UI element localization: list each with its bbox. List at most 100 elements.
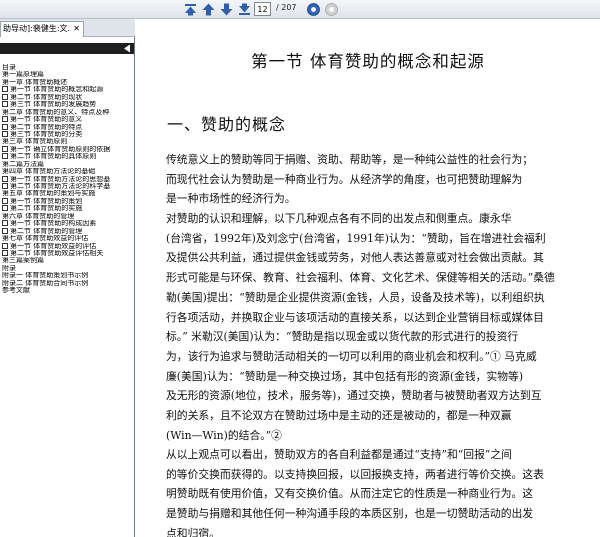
text-line: (Win—Win)的结合。”② <box>166 428 282 442</box>
outline-item[interactable]: 第一节 体育赞助的策划 <box>2 197 134 205</box>
outline-item-label: 第二节 体育赞助效益评估相关 <box>10 249 104 257</box>
outline-item[interactable]: 参考文献 <box>2 287 134 294</box>
outline-item[interactable]: 第二节 体育赞助的管理 <box>2 227 134 235</box>
outline-item-label: 第二节 体育赞助的管理 <box>10 227 83 235</box>
outline-item-label: 第一节 体育赞助的策划 <box>10 197 83 205</box>
outline-item-label: 第二节 体育赞助方法论的科学基 <box>10 183 111 190</box>
outline-item-label: 第三篇案例篇 <box>2 257 44 265</box>
page-checkbox-icon <box>2 197 8 204</box>
outline-item[interactable]: 第二节 体育赞助方法论的科学基 <box>2 183 134 190</box>
outline-item-label: 第一章 体育赞助概述 <box>2 78 68 86</box>
outline-item[interactable]: 第一节 体育赞助的构成因素 <box>2 220 134 227</box>
outline-item[interactable]: 第三节 体育赞助的分类 <box>2 130 134 138</box>
outline-item[interactable]: 第二章 体育赞助的意义、特点及种 <box>2 109 134 116</box>
first-page-button[interactable] <box>183 2 198 17</box>
page-checkbox-icon <box>2 93 8 100</box>
page-checkbox-icon <box>2 227 8 234</box>
outline-item-label: 附录二 体育赞助合同书示例 <box>2 279 89 287</box>
text-line: 行各项活动，并换取企业与该项活动的直接关系，以达到企业营销目标或媒体目 <box>166 310 544 324</box>
outline-item[interactable]: 第一节 体育赞助方法论的思想基 <box>2 175 134 183</box>
next-page-button[interactable] <box>219 2 234 17</box>
outline-item[interactable]: 第二节 体育赞助效益评估相关 <box>2 249 134 257</box>
outline-item[interactable]: 附录 <box>2 265 134 272</box>
text-line: 勒(美国)提出：“赞助是企业提供资源(金钱，人员，设备及技术等)，以利组织执 <box>166 290 545 304</box>
zoom-out-icon <box>325 3 338 16</box>
zoom-in-button[interactable] <box>306 2 321 17</box>
outline-item-label: 第二节 体育赞助的现状 <box>10 93 83 101</box>
page-checkbox-icon <box>2 101 8 108</box>
outline-item[interactable]: 第二节 体育赞助的具体原则 <box>2 153 134 160</box>
page-total: / 207 <box>276 3 297 12</box>
text-line: 为，该行为追求与赞助活动相关的一切可以利用的商业机会和权利。”① 马克威 <box>166 349 537 363</box>
text-line: 形式可能是与环保、教育、社会福利、体育、文化艺术、保健等相关的活动。”桑德 <box>166 271 555 285</box>
outline-sidebar: 目录 第一篇原理篇 第一章 体育赞助概述 第一节 体育赞助的概念和起源 第二节 体育赞助… <box>0 37 135 537</box>
outline-item[interactable]: 第二节 体育赞助的现状 <box>2 93 134 101</box>
section-title: 一、赞助的概念 <box>167 115 287 134</box>
outline-item[interactable]: 第一章 体育赞助概述 <box>2 79 134 86</box>
text-line: 廉(美国)认为：“赞助是一种交换过场，其中包括有形的资源(金钱，实物等) <box>166 369 524 383</box>
navigation-toolbar: / 207 <box>0 0 600 19</box>
outline-item-label: 附录一 体育赞助策划书示例 <box>2 272 89 280</box>
outline-item[interactable]: 第一篇原理篇 <box>2 71 134 78</box>
outline-item-label: 第二节 体育赞助的实施 <box>10 205 83 213</box>
outline-item[interactable]: 第三章 体育赞助原则 <box>2 138 134 145</box>
text-line: 及提供公共利益，通过提供金钱或劳务，对他人表达善意或对社会做出贡献。其 <box>166 251 544 265</box>
outline-item[interactable]: 目录 <box>2 64 134 71</box>
zoom-in-icon <box>307 3 320 16</box>
outline-item-label: 第一节 体育赞助效益的评估 <box>10 242 97 250</box>
text-line: 的等价交换而获得的。以支持换回报，以回报换支持，两者进行等价交换。这表 <box>166 467 544 481</box>
outline-item[interactable]: 第三节 体育赞助的发展趋势 <box>2 101 134 108</box>
outline-item[interactable]: 第一节 确立体育赞助原则的依据 <box>2 145 134 153</box>
outline-item[interactable]: 第七章 体育赞助效益的评估 <box>2 235 134 242</box>
outline-item-label: 第一节 确立体育赞助原则的依据 <box>10 145 111 153</box>
page-number-input[interactable] <box>254 2 271 16</box>
text-line: 而现代社会认为赞助是一种商业行为。从经济学的角度，也可把赞助理解为 <box>166 172 523 186</box>
outline-item[interactable]: 第五章 体育赞助的策划与实施 <box>2 190 134 197</box>
outline-item-label: 第七章 体育赞助效益的评估 <box>2 235 89 243</box>
page-checkbox-icon <box>2 175 8 182</box>
chapter-title: 第一节 体育赞助的概念和起源 <box>251 52 485 71</box>
outline-item[interactable]: 第四章 体育赞助方法论的基础 <box>2 168 134 175</box>
text-line: 明赞助既有使用价值，又有交换价值。从而注定它的性质是一种商业行为。这 <box>166 487 534 501</box>
outline-item-label: 第二篇方法篇 <box>2 160 44 168</box>
collapse-left-icon[interactable] <box>123 44 131 53</box>
outline-item-label: 第一节 体育赞助的概念和起源 <box>10 86 104 94</box>
document-tab-label: 助导动]:裴健生:文... <box>3 24 71 33</box>
outline-item[interactable]: 第二节 体育赞助的特点 <box>2 123 134 131</box>
outline-item-label: 第一篇原理篇 <box>2 71 44 79</box>
page-checkbox-icon <box>2 130 8 137</box>
outline-item[interactable]: 第一节 体育赞助效益的评估 <box>2 242 134 250</box>
page-checkbox-icon <box>2 220 8 227</box>
outline-item[interactable]: 第二节 体育赞助的实施 <box>2 205 134 212</box>
outline-item[interactable]: 第六章 体育赞助的管理 <box>2 213 134 220</box>
close-icon[interactable]: ✕ <box>73 22 80 36</box>
outline-item[interactable]: 附录一 体育赞助策划书示例 <box>2 272 134 279</box>
outline-item[interactable]: 第一节 体育赞助的概念和起源 <box>2 86 134 93</box>
text-line: 对赞助的认识和理解，以下几种观点各有不同的出发点和侧重点。康永华 <box>166 212 512 225</box>
arrow-down-icon <box>220 3 233 16</box>
page-checkbox-icon <box>2 145 8 152</box>
page-checkbox-icon <box>2 242 8 249</box>
outline-item-label: 附录 <box>2 264 16 272</box>
document-tab[interactable]: 助导动]:裴健生:文... ✕ <box>0 21 84 37</box>
paragraph-2: 对赞助的认识和理解，以下几种观点各有不同的出发点和侧重点。康永华 (台湾省，199… <box>166 209 588 445</box>
outline-item-label: 第六章 体育赞助的管理 <box>2 212 75 220</box>
outline-item[interactable]: 第一节 体育赞助的意义 <box>2 116 134 123</box>
outline-item-label: 第四章 体育赞助方法论的基础 <box>2 168 96 176</box>
text-line: 是一种市场性的经济行为。 <box>166 192 296 206</box>
text-line: 利的关系，且不论双方在赞助过场中是主动的还是被动的，都是一种双赢 <box>166 409 512 423</box>
outline-item-label: 第一节 体育赞助的意义 <box>10 116 83 124</box>
text-line: 及无形的资源(地位，技术，服务等)，通过交换，赞助者与被赞助者双方达到互 <box>166 389 542 403</box>
page-checkbox-icon <box>2 249 8 256</box>
outline-item[interactable]: 附录二 体育赞助合同书示例 <box>2 280 134 287</box>
outline-item[interactable]: 第三篇案例篇 <box>2 257 134 264</box>
outline-item[interactable]: 第二篇方法篇 <box>2 161 134 168</box>
outline-item-label: 第三节 体育赞助的发展趋势 <box>10 101 97 109</box>
outline-item-label: 第三节 体育赞助的分类 <box>10 130 83 138</box>
page-checkbox-icon <box>2 153 8 160</box>
zoom-out-button[interactable] <box>324 2 339 17</box>
last-page-button[interactable] <box>237 2 252 17</box>
previous-page-button[interactable] <box>201 2 216 17</box>
outline-tree: 目录 第一篇原理篇 第一章 体育赞助概述 第一节 体育赞助的概念和起源 第二节 体育赞助… <box>2 64 134 295</box>
page-checkbox-icon <box>2 123 8 130</box>
